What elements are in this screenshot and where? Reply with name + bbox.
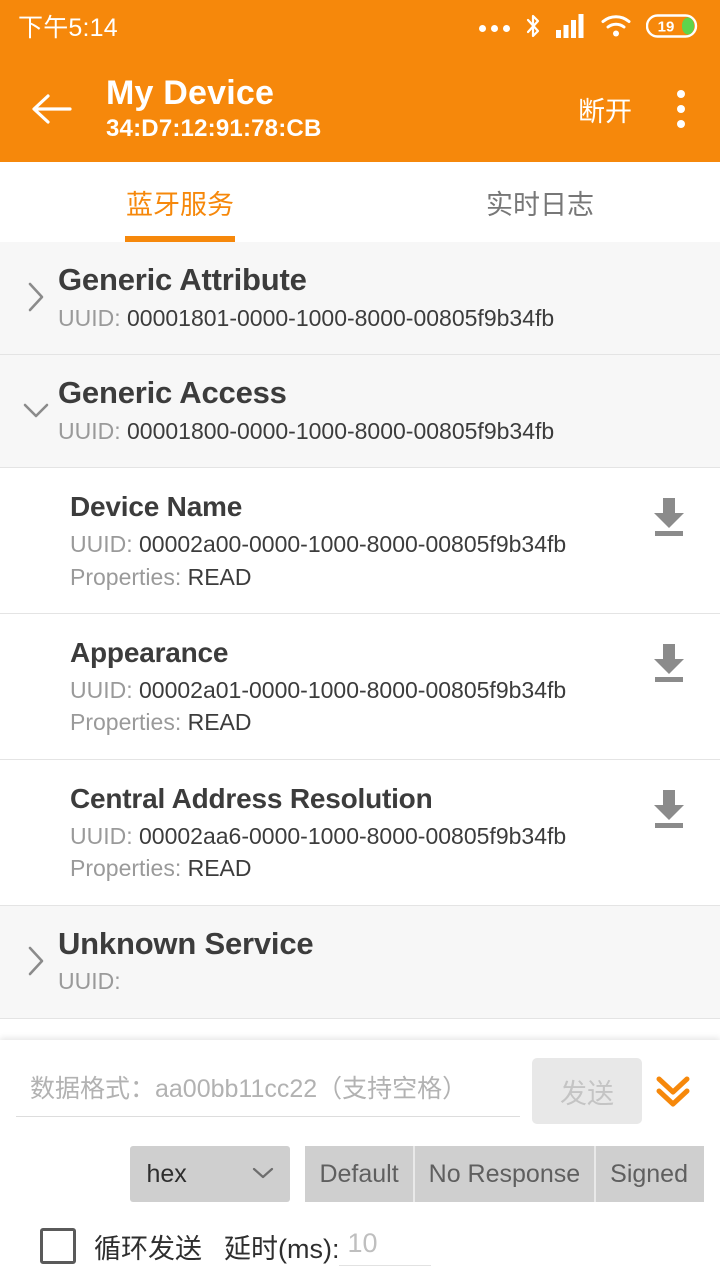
more-vertical-icon[interactable] xyxy=(664,81,698,137)
battery-icon: 19 xyxy=(645,12,698,45)
properties-label: Properties: xyxy=(70,709,188,736)
battery-level-text: 19 xyxy=(658,18,675,35)
wifi-icon xyxy=(601,13,633,44)
characteristic-text: Appearance UUID: 00002a01-0000-1000-8000… xyxy=(70,636,642,737)
characteristic-properties: Properties: READ xyxy=(70,855,642,883)
chevrons-down-icon[interactable] xyxy=(642,1058,704,1124)
write-options-row: hex Default No Response Signed xyxy=(16,1146,704,1202)
read-button[interactable] xyxy=(642,782,696,830)
uuid-value: 00002a00-0000-1000-8000-00805f9b34fb xyxy=(139,530,567,557)
data-type-select[interactable]: hex xyxy=(130,1146,291,1202)
service-text: Unknown Service UUID: xyxy=(56,926,704,996)
characteristic-properties: Properties: READ xyxy=(70,709,642,737)
write-panel: 发送 hex Default No Response Signed xyxy=(0,1040,720,1280)
uuid-value: 00001801-0000-1000-8000-00805f9b34fb xyxy=(127,304,555,331)
service-row-generic-access[interactable]: Generic Access UUID: 00001800-0000-1000-… xyxy=(0,355,720,469)
device-title-group: My Device 34:D7:12:91:78:CB xyxy=(106,74,572,143)
chevron-right-icon[interactable] xyxy=(16,280,56,314)
uuid-value: 00002aa6-0000-1000-8000-00805f9b34fb xyxy=(139,822,567,849)
read-button[interactable] xyxy=(642,490,696,538)
chevron-down-icon xyxy=(250,1160,276,1189)
app-bar: My Device 34:D7:12:91:78:CB 断开 xyxy=(0,56,720,162)
service-name: Unknown Service xyxy=(58,925,314,961)
service-uuid: UUID: 00001800-0000-1000-8000-00805f9b34… xyxy=(58,418,704,446)
download-icon xyxy=(654,789,684,828)
status-time: 下午5:14 xyxy=(18,13,118,42)
service-name: Generic Access xyxy=(58,375,287,411)
service-text: Generic Access UUID: 00001800-0000-1000-… xyxy=(56,375,704,445)
cellular-signal-icon xyxy=(556,13,588,44)
delay-label: 延时(ms): xyxy=(224,1233,340,1264)
chevron-down-icon[interactable] xyxy=(16,399,56,421)
data-type-value: hex xyxy=(146,1159,187,1188)
status-bar: 下午5:14 19 xyxy=(0,0,720,56)
service-row-generic-attribute[interactable]: Generic Attribute UUID: 00001801-0000-10… xyxy=(0,242,720,356)
tab-label: 蓝牙服务 xyxy=(126,189,234,220)
bluetooth-device-screen: 下午5:14 19 My Device 34:D7:12:91:78:CB 断开… xyxy=(0,0,720,1280)
uuid-label: UUID: xyxy=(70,822,139,849)
bluetooth-icon xyxy=(523,12,543,45)
page-title: My Device xyxy=(106,74,275,113)
characteristic-row[interactable]: Central Address Resolution UUID: 00002aa… xyxy=(0,759,720,906)
delay-input[interactable] xyxy=(339,1226,432,1266)
uuid-label: UUID: xyxy=(58,417,127,444)
characteristic-name: Central Address Resolution xyxy=(70,782,433,814)
characteristic-uuid: UUID: 00002a00-0000-1000-8000-00805f9b34… xyxy=(70,531,642,559)
uuid-value: 00002a01-0000-1000-8000-00805f9b34fb xyxy=(139,676,567,703)
uuid-value: 00001800-0000-1000-8000-00805f9b34fb xyxy=(127,417,555,444)
data-input[interactable] xyxy=(16,1065,520,1117)
write-mode-no-response[interactable]: No Response xyxy=(414,1146,597,1202)
properties-label: Properties: xyxy=(70,563,188,590)
device-address: 34:D7:12:91:78:CB xyxy=(106,114,322,142)
characteristic-row[interactable]: Appearance UUID: 00002a01-0000-1000-8000… xyxy=(0,614,720,760)
characteristic-name: Appearance xyxy=(70,637,229,669)
status-icons: 19 xyxy=(479,12,698,45)
service-name: Generic Attribute xyxy=(58,262,307,297)
loop-send-label: 循环发送 xyxy=(94,1233,202,1264)
characteristic-name: Device Name xyxy=(70,491,243,523)
loop-send-row: 循环发送 延时(ms): xyxy=(16,1226,704,1266)
uuid-label: UUID: xyxy=(70,676,139,703)
properties-value: READ xyxy=(187,563,252,590)
disconnect-button[interactable]: 断开 xyxy=(572,82,638,137)
loop-send-checkbox[interactable] xyxy=(40,1228,76,1264)
service-text: Generic Attribute UUID: 00001801-0000-10… xyxy=(56,262,704,332)
tab-realtime-log[interactable]: 实时日志 xyxy=(360,162,720,242)
write-mode-group: Default No Response Signed xyxy=(305,1146,704,1202)
uuid-label: UUID: xyxy=(58,968,121,995)
properties-label: Properties: xyxy=(70,855,188,882)
characteristic-properties: Properties: READ xyxy=(70,564,642,592)
service-uuid: UUID: 00001801-0000-1000-8000-00805f9b34… xyxy=(58,305,704,333)
send-button[interactable]: 发送 xyxy=(532,1058,642,1124)
chevron-right-icon[interactable] xyxy=(16,944,56,978)
write-mode-signed[interactable]: Signed xyxy=(596,1146,704,1202)
uuid-label: UUID: xyxy=(70,530,139,557)
characteristic-row[interactable]: Device Name UUID: 00002a00-0000-1000-800… xyxy=(0,468,720,615)
download-icon xyxy=(654,644,684,683)
service-row-unknown-service[interactable]: Unknown Service UUID: xyxy=(0,905,720,1019)
read-button[interactable] xyxy=(642,636,696,684)
characteristic-uuid: UUID: 00002aa6-0000-1000-8000-00805f9b34… xyxy=(70,823,642,851)
service-list: Generic Attribute UUID: 00001801-0000-10… xyxy=(0,242,720,1019)
arrow-left-icon xyxy=(32,94,72,124)
more-dots-icon xyxy=(479,24,510,32)
properties-value: READ xyxy=(187,709,252,736)
characteristic-text: Central Address Resolution UUID: 00002aa… xyxy=(70,782,642,883)
download-icon xyxy=(654,498,684,537)
tab-bluetooth-services[interactable]: 蓝牙服务 xyxy=(0,162,360,242)
write-mode-default[interactable]: Default xyxy=(305,1146,415,1202)
characteristic-uuid: UUID: 00002a01-0000-1000-8000-00805f9b34… xyxy=(70,677,642,705)
tab-label: 实时日志 xyxy=(486,189,594,220)
properties-value: READ xyxy=(187,855,252,882)
characteristic-text: Device Name UUID: 00002a00-0000-1000-800… xyxy=(70,490,642,591)
service-uuid: UUID: xyxy=(58,968,704,996)
tab-bar: 蓝牙服务 实时日志 xyxy=(0,162,720,242)
back-button[interactable] xyxy=(24,81,80,137)
send-row: 发送 xyxy=(16,1040,704,1124)
uuid-label: UUID: xyxy=(58,304,127,331)
